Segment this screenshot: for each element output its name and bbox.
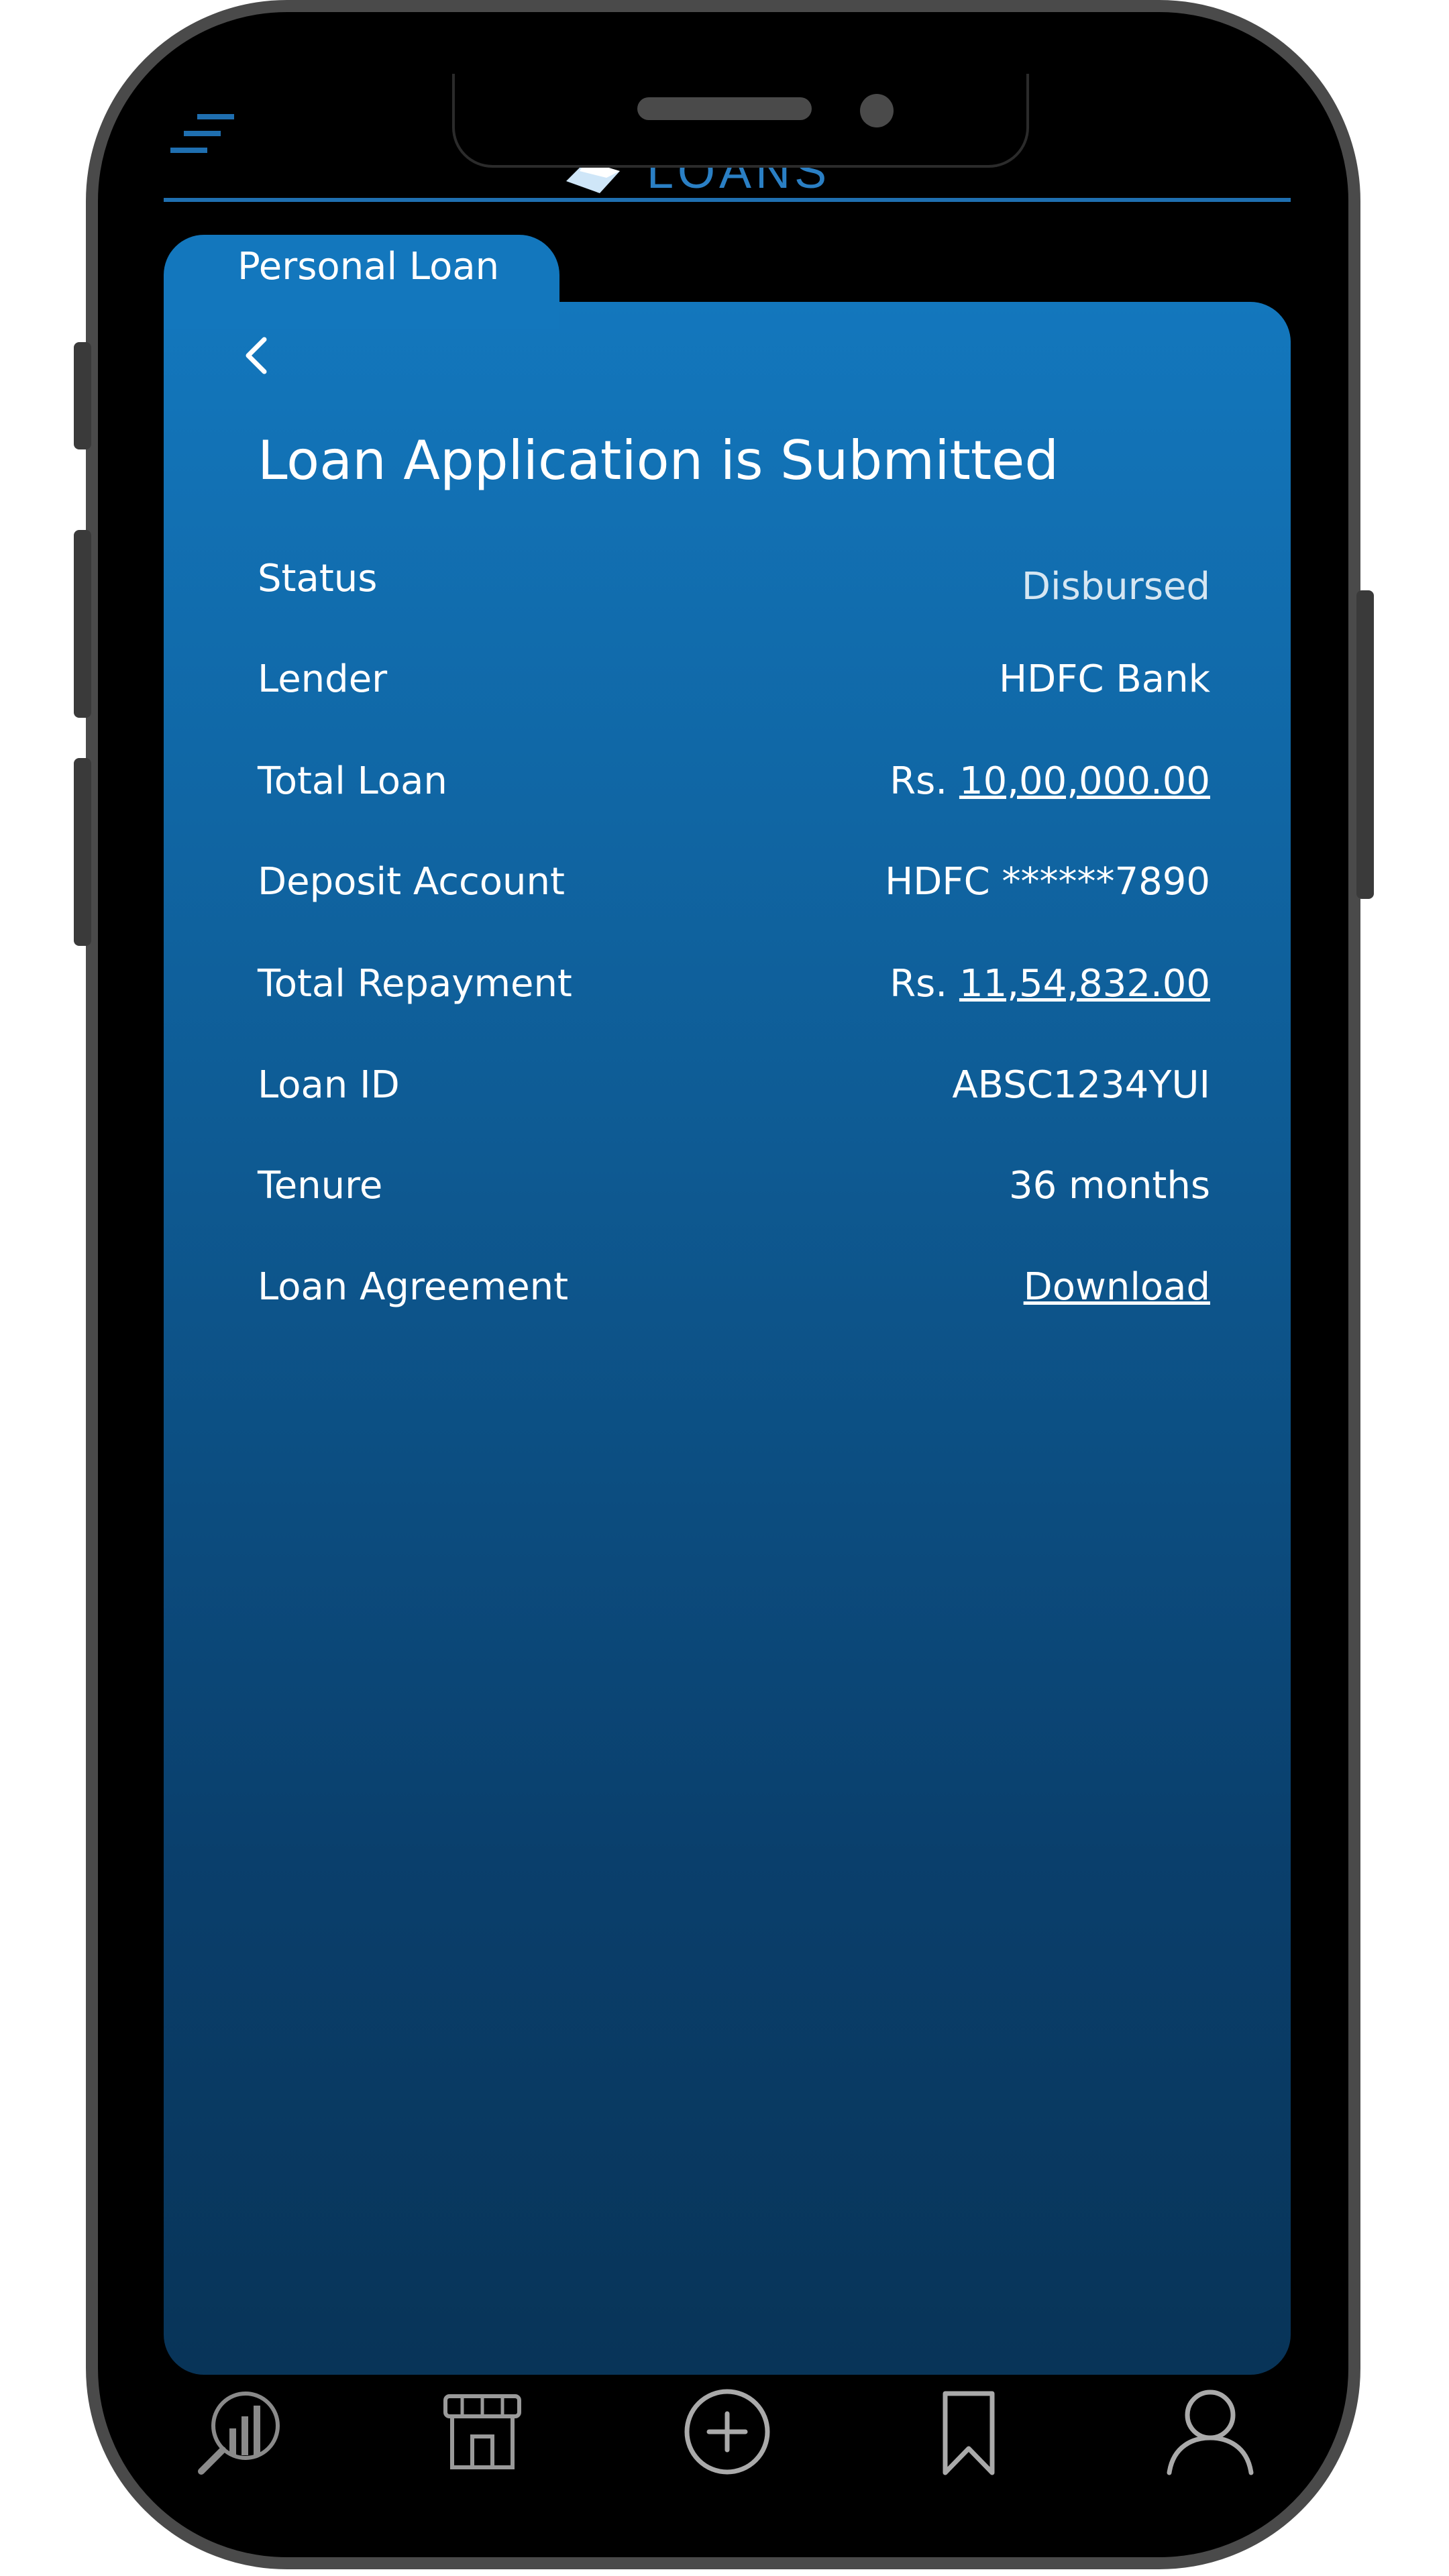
currency-prefix: Rs.	[890, 962, 959, 1006]
tab-label: Personal Loan	[237, 245, 500, 288]
download-agreement-link[interactable]: Download	[1024, 1265, 1210, 1309]
back-chevron-icon[interactable]	[231, 329, 284, 382]
detail-label: Loan Agreement	[258, 1265, 569, 1309]
menu-icon[interactable]	[170, 101, 237, 168]
add-circle-icon[interactable]	[677, 2381, 777, 2482]
card-cutout	[559, 235, 1291, 302]
page-title: Loan Application is Submitted	[258, 429, 1059, 492]
phone-notch	[452, 74, 1029, 168]
phone-power-button	[1356, 590, 1374, 899]
phone-side-button	[74, 530, 91, 718]
detail-row-loan-id: Loan ID ABSC1234YUI	[258, 1063, 1210, 1117]
detail-label: Deposit Account	[258, 860, 565, 904]
phone-camera	[860, 94, 894, 127]
deposit-account-value: HDFC ******7890	[885, 860, 1210, 904]
detail-label: Loan ID	[258, 1063, 400, 1107]
total-loan-amount: 10,00,000.00	[959, 759, 1210, 803]
detail-label: Total Loan	[258, 759, 447, 803]
phone-screen: LOANS Personal Loan Loan Application is …	[164, 74, 1291, 2502]
detail-row-total-loan: Total Loan Rs. 10,00,000.00	[258, 759, 1210, 813]
detail-row-deposit-account: Deposit Account HDFC ******7890	[258, 860, 1210, 914]
bookmark-icon[interactable]	[918, 2381, 1019, 2482]
total-repayment-value: Rs. 11,54,832.00	[890, 962, 1210, 1006]
detail-label: Total Repayment	[258, 962, 572, 1006]
analytics-search-icon[interactable]	[191, 2381, 291, 2482]
detail-row-lender: Lender HDFC Bank	[258, 657, 1210, 711]
tenure-value: 36 months	[1009, 1164, 1210, 1208]
lender-value: HDFC Bank	[999, 657, 1210, 701]
total-loan-value: Rs. 10,00,000.00	[890, 759, 1210, 803]
detail-row-status: Status Disbursed	[258, 557, 1210, 610]
header-divider	[164, 198, 1291, 202]
status-value: Disbursed	[1021, 565, 1210, 608]
bottom-navigation	[164, 2381, 1291, 2502]
detail-label: Tenure	[258, 1164, 383, 1208]
phone-side-button	[74, 758, 91, 946]
detail-row-total-repayment: Total Repayment Rs. 11,54,832.00	[258, 962, 1210, 1016]
phone-speaker	[637, 97, 812, 120]
store-icon[interactable]	[432, 2381, 533, 2482]
phone-side-button	[74, 342, 91, 449]
loan-details-card	[164, 302, 1291, 2375]
loan-id-value: ABSC1234YUI	[952, 1063, 1210, 1107]
profile-icon[interactable]	[1160, 2381, 1260, 2482]
detail-label: Status	[258, 557, 378, 600]
total-repayment-amount: 11,54,832.00	[959, 962, 1210, 1006]
detail-label: Lender	[258, 657, 388, 701]
detail-row-loan-agreement: Loan Agreement Download	[258, 1265, 1210, 1319]
currency-prefix: Rs.	[890, 759, 959, 803]
detail-row-tenure: Tenure 36 months	[258, 1164, 1210, 1218]
